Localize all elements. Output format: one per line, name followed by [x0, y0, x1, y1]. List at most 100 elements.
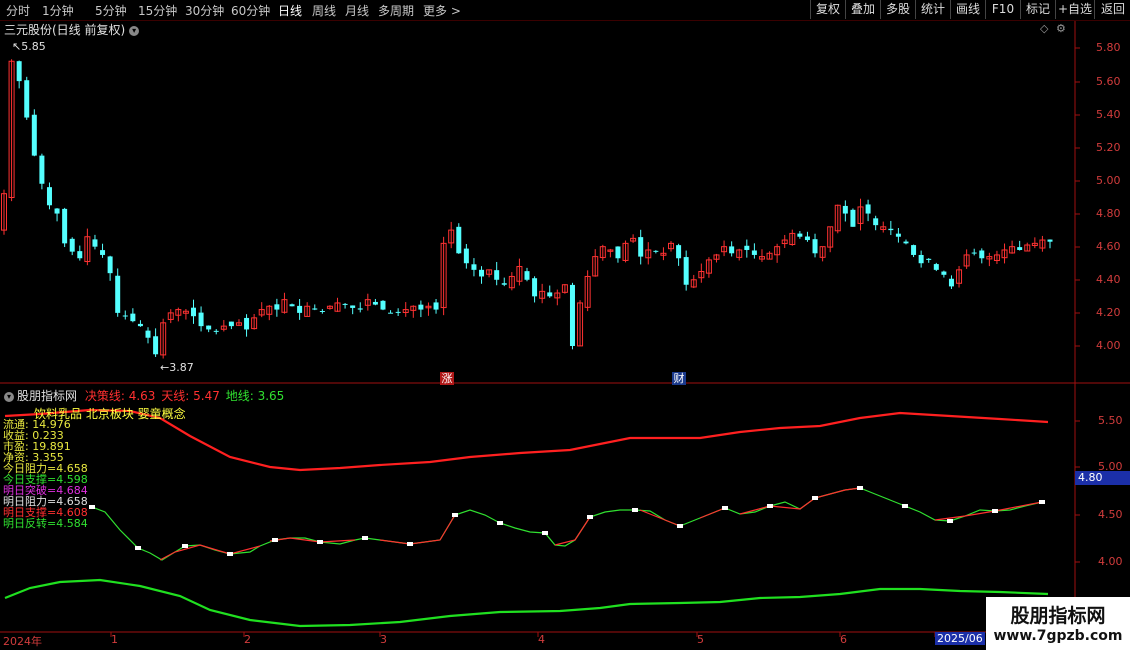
candle-body [153, 336, 159, 355]
signal-marker [135, 546, 141, 550]
decision-line-value: 4.63 [128, 389, 156, 403]
tian-line-label: 天线: [161, 389, 190, 403]
candle-body [92, 239, 98, 247]
date-axis-label: 2024年 [3, 635, 42, 648]
decision-line-label: 决策线: [84, 389, 125, 403]
candle-body [274, 304, 280, 310]
candle-body [456, 226, 462, 254]
candle-body [107, 256, 113, 274]
watermark-logo: 股朋指标网 www.7gpzb.com [986, 597, 1130, 650]
date-axis-label: 6 [840, 633, 847, 646]
candle-body [797, 233, 803, 237]
date-axis-label: 3 [380, 633, 387, 646]
signal-marker [452, 513, 458, 517]
candle-body [471, 264, 477, 270]
indicator-axis-label: 5.50 [1098, 414, 1123, 427]
decision-line-red [639, 509, 681, 527]
candle-body [744, 245, 750, 250]
di-line-value: 3.65 [257, 389, 285, 403]
candle-body [888, 228, 894, 231]
signal-marker [1039, 500, 1045, 504]
candle-body [850, 209, 856, 227]
candle-body [31, 114, 37, 156]
indicator-axis-label: 4.00 [1098, 555, 1123, 568]
price-axis-label: 4.60 [1096, 240, 1121, 253]
decision-line-green [91, 487, 1043, 561]
candle-body [895, 233, 901, 237]
candle-body [54, 208, 60, 214]
candle-body [289, 304, 295, 307]
candle-body [312, 308, 318, 310]
candle-body [372, 301, 378, 305]
candle-body [213, 330, 219, 332]
signal-marker [857, 486, 863, 490]
watermark-url: www.7gpzb.com [993, 628, 1123, 644]
candle-body [463, 248, 469, 264]
candle-body [122, 315, 128, 317]
info-tomorrow-reversal: 明日反转=4.584 [3, 517, 88, 530]
candle-body [494, 270, 500, 280]
candle-body [319, 311, 325, 313]
date-axis-label: 2 [244, 633, 251, 646]
signal-marker [992, 509, 998, 513]
date-axis-label: 4 [538, 633, 545, 646]
candle-body [971, 252, 977, 254]
date-axis-label: 1 [111, 633, 118, 646]
candle-body [501, 283, 507, 285]
candle-body [228, 321, 234, 327]
candle-body [77, 251, 83, 259]
di-line [4, 578, 1049, 628]
signal-marker [947, 519, 953, 523]
candle-body [532, 278, 538, 297]
price-axis-label: 5.80 [1096, 41, 1121, 54]
indicator-axis-label: 4.50 [1098, 508, 1123, 521]
candle-body [479, 269, 485, 277]
signal-marker [317, 540, 323, 544]
signal-marker [677, 524, 683, 528]
candle-body [638, 237, 644, 257]
decision-line-red [739, 487, 861, 515]
candle-body [137, 323, 143, 327]
signal-marker [812, 496, 818, 500]
candle-body [911, 245, 917, 255]
candle-body [1047, 239, 1053, 242]
candle-body [729, 246, 735, 254]
date-axis-label: 5 [697, 633, 704, 646]
candle-body [918, 254, 924, 264]
candle-body [69, 238, 75, 252]
candle-body [615, 246, 621, 259]
price-axis-label: 5.00 [1096, 174, 1121, 187]
signal-marker [722, 506, 728, 510]
candlestick-chart[interactable] [0, 0, 1130, 650]
candle-body [941, 271, 947, 275]
tian-line-value: 5.47 [193, 389, 220, 403]
candle-body [380, 300, 386, 310]
chevron-down-icon[interactable]: ▾ [4, 391, 14, 402]
candle-body [569, 284, 575, 346]
candle-body [145, 330, 151, 338]
candle-body [100, 250, 106, 255]
current-value-badge: 4.80 [1075, 471, 1130, 485]
decision-line-red [379, 514, 456, 545]
candle-body [418, 304, 424, 310]
candle-body [388, 312, 394, 314]
signal-marker [89, 505, 95, 509]
candle-body [46, 187, 52, 206]
price-axis-label: 4.80 [1096, 207, 1121, 220]
high-price-marker: ↖5.85 [12, 40, 46, 53]
signal-marker [272, 538, 278, 542]
event-tag-finance[interactable]: 财 [672, 372, 686, 385]
candle-body [676, 245, 682, 259]
signal-marker [182, 544, 188, 548]
price-axis-label: 5.20 [1096, 141, 1121, 154]
candle-body [62, 208, 68, 244]
signal-marker [362, 536, 368, 540]
candle-body [804, 236, 810, 241]
candle-body [873, 218, 879, 226]
candle-body [190, 307, 196, 317]
event-tag-limit-up[interactable]: 涨 [440, 372, 454, 385]
signal-marker [587, 515, 593, 519]
candle-body [842, 205, 848, 214]
candle-body [297, 305, 303, 313]
candle-body [130, 313, 136, 322]
